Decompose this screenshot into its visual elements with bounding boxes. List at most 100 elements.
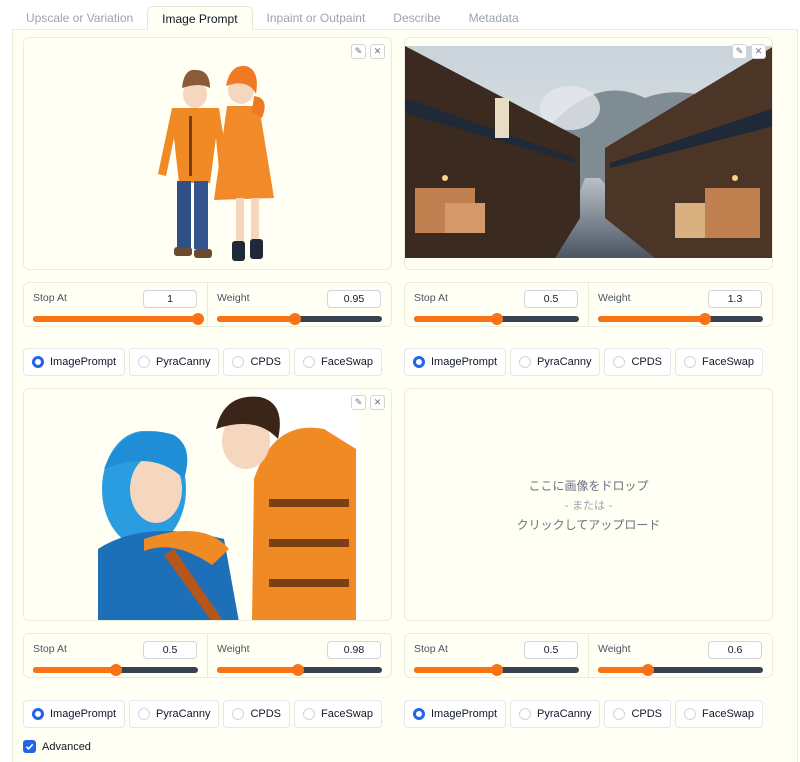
radio-label: CPDS (631, 356, 663, 368)
radio-faceswap[interactable]: FaceSwap (675, 348, 763, 376)
advanced-label: Advanced (42, 740, 91, 753)
slider-track[interactable] (33, 313, 204, 325)
slider-handle[interactable] (699, 313, 712, 325)
slider-track[interactable] (598, 313, 763, 325)
radio-label: CPDS (250, 708, 282, 720)
pencil-icon[interactable]: ✎ (732, 44, 747, 59)
image-tools: ✎ ✕ (351, 395, 385, 410)
radio-cpds[interactable]: CPDS (604, 700, 672, 728)
slider-track[interactable] (598, 664, 763, 676)
stop-at-slider[interactable]: Stop At 0.5 (405, 283, 588, 326)
weight-input[interactable]: 0.98 (327, 641, 381, 659)
weight-slider[interactable]: Weight 0.95 (207, 283, 391, 326)
radio-cpds[interactable]: CPDS (604, 348, 672, 376)
image-slot-1[interactable]: ✎ ✕ (23, 37, 392, 270)
click-upload-text: クリックしてアップロード (516, 517, 661, 532)
tab-image-prompt[interactable]: Image Prompt (147, 6, 253, 30)
weight-slider[interactable]: Weight 0.98 (207, 634, 391, 677)
radio-imageprompt[interactable]: ImagePrompt (23, 700, 126, 728)
radio-dot-icon (32, 708, 44, 720)
weight-input[interactable]: 1.3 (708, 290, 762, 308)
pencil-icon[interactable]: ✎ (351, 44, 366, 59)
slider-handle[interactable] (192, 313, 204, 325)
slider-handle[interactable] (641, 664, 654, 676)
stop-at-input[interactable]: 0.5 (524, 641, 578, 659)
slider-handle[interactable] (289, 313, 302, 325)
image-upload-dropzone[interactable]: ここに画像をドロップ - または - クリックしてアップロード (404, 388, 773, 621)
radio-dot-icon (413, 708, 425, 720)
tab-metadata[interactable]: Metadata (455, 6, 533, 30)
radio-cpds[interactable]: CPDS (223, 700, 291, 728)
slider-fill (33, 667, 116, 673)
weight-label: Weight (598, 292, 631, 304)
radio-dot-icon (303, 356, 316, 368)
stop-at-label: Stop At (33, 292, 67, 304)
drop-or-text: - または - (564, 498, 613, 512)
slider-track[interactable] (414, 313, 579, 325)
slider-fill (217, 316, 296, 322)
radio-label: PyraCanny (156, 356, 211, 368)
stop-at-slider[interactable]: Stop At 0.5 (24, 634, 207, 677)
radio-imageprompt[interactable]: ImagePrompt (404, 348, 507, 376)
radio-dot-icon (138, 356, 151, 368)
radio-label: CPDS (250, 356, 282, 368)
slider-fill (217, 667, 298, 673)
stop-at-input[interactable]: 0.5 (524, 290, 578, 308)
radio-dot-icon (32, 356, 44, 368)
radio-dot-icon (519, 356, 532, 368)
slider-handle[interactable] (109, 664, 122, 676)
slider-handle[interactable] (291, 664, 304, 676)
stop-at-input[interactable]: 1 (143, 290, 197, 308)
close-icon[interactable]: ✕ (751, 44, 766, 59)
radio-pyracanny[interactable]: PyraCanny (510, 348, 601, 376)
tab-upscale-or-variation[interactable]: Upscale or Variation (12, 6, 147, 30)
weight-slider[interactable]: Weight 0.6 (588, 634, 772, 677)
image-slot-3[interactable]: ✎ ✕ (23, 388, 392, 621)
slider-track[interactable] (414, 664, 579, 676)
tab-describe[interactable]: Describe (379, 6, 454, 30)
radio-imageprompt[interactable]: ImagePrompt (23, 348, 126, 376)
japanese-street-image (405, 46, 772, 258)
slot-1-controls: Stop At 1 Weight 0.95 (23, 282, 392, 327)
radio-dot-icon (519, 708, 532, 720)
radio-label: FaceSwap (702, 356, 754, 368)
advanced-checkbox[interactable]: Advanced (23, 740, 91, 753)
image-slot-2[interactable]: ✎ ✕ (404, 37, 773, 270)
stop-at-label: Stop At (414, 292, 448, 304)
slider-track[interactable] (217, 313, 382, 325)
stop-at-slider[interactable]: Stop At 0.5 (405, 634, 588, 677)
slot-2-type-radio-group: ImagePrompt PyraCanny CPDS FaceSwap (404, 348, 763, 376)
radio-dot-icon (138, 708, 151, 720)
slider-fill (33, 316, 198, 322)
weight-input[interactable]: 0.95 (327, 290, 381, 308)
check-icon[interactable] (23, 740, 36, 753)
stop-at-slider[interactable]: Stop At 1 (24, 283, 207, 326)
weight-label: Weight (217, 643, 250, 655)
slider-handle[interactable] (490, 664, 503, 676)
radio-dot-icon (232, 356, 245, 368)
slider-track[interactable] (217, 664, 382, 676)
radio-faceswap[interactable]: FaceSwap (294, 700, 382, 728)
radio-imageprompt[interactable]: ImagePrompt (404, 700, 507, 728)
slider-handle[interactable] (490, 313, 503, 325)
image-tools: ✎ ✕ (732, 44, 766, 59)
radio-faceswap[interactable]: FaceSwap (294, 348, 382, 376)
radio-pyracanny[interactable]: PyraCanny (129, 700, 220, 728)
stop-at-label: Stop At (33, 643, 67, 655)
radio-label: FaceSwap (702, 708, 754, 720)
close-icon[interactable]: ✕ (370, 395, 385, 410)
radio-dot-icon (413, 356, 425, 368)
weight-slider[interactable]: Weight 1.3 (588, 283, 772, 326)
close-icon[interactable]: ✕ (370, 44, 385, 59)
radio-pyracanny[interactable]: PyraCanny (129, 348, 220, 376)
pencil-icon[interactable]: ✎ (351, 395, 366, 410)
weight-input[interactable]: 0.6 (708, 641, 762, 659)
slider-fill (598, 316, 706, 322)
radio-cpds[interactable]: CPDS (223, 348, 291, 376)
radio-pyracanny[interactable]: PyraCanny (510, 700, 601, 728)
slider-fill (414, 667, 497, 673)
tab-inpaint-or-outpaint[interactable]: Inpaint or Outpaint (253, 6, 380, 30)
stop-at-input[interactable]: 0.5 (143, 641, 197, 659)
radio-faceswap[interactable]: FaceSwap (675, 700, 763, 728)
slider-track[interactable] (33, 664, 198, 676)
